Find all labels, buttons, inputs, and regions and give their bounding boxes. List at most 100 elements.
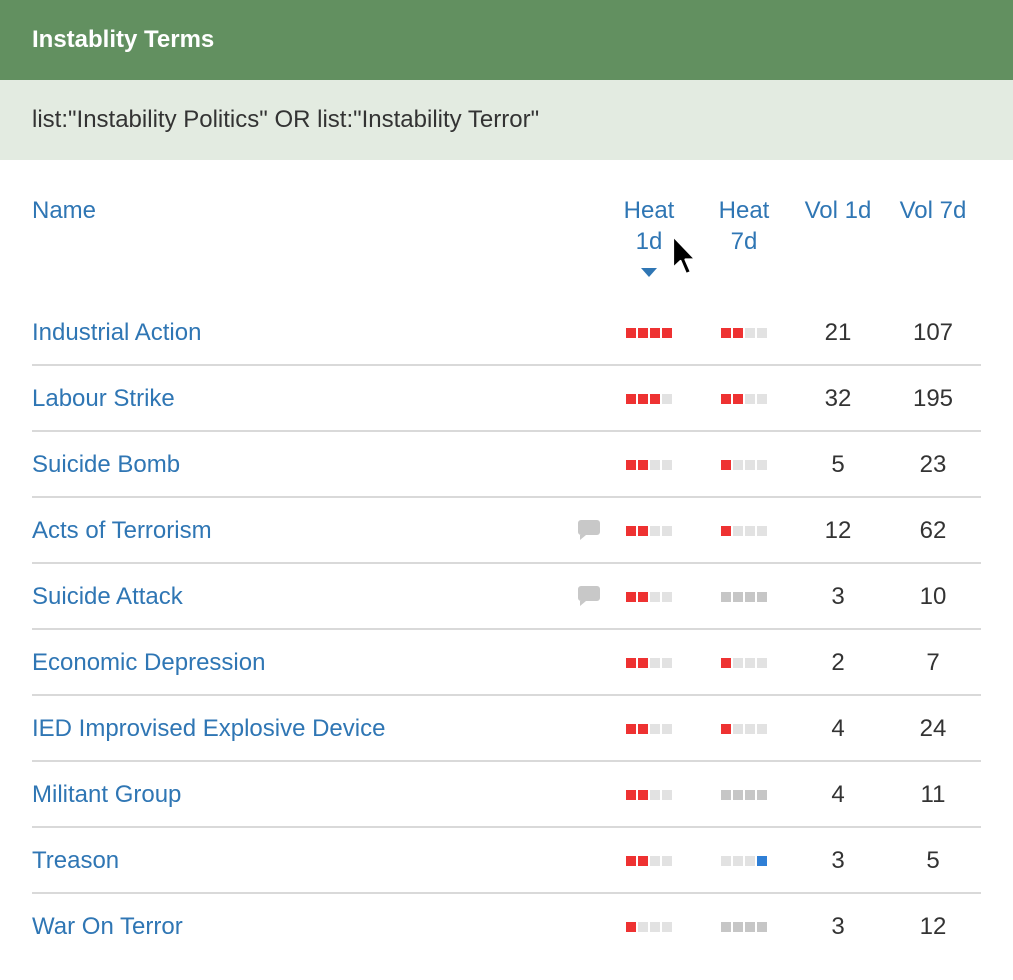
term-name-link[interactable]: Acts of Terrorism (32, 498, 212, 564)
heat-1d-indicator (626, 922, 672, 932)
heat-cell (733, 460, 743, 470)
heat-cell (721, 724, 731, 734)
heat-cell (733, 922, 743, 932)
table-row[interactable]: Suicide Bomb 5 23 (32, 432, 981, 498)
table-row[interactable]: Treason 3 5 (32, 828, 981, 894)
heat-cell (650, 724, 660, 734)
heat-cell (626, 658, 636, 668)
table-row[interactable]: War On Terror 3 12 (32, 894, 981, 960)
heat-cell (733, 724, 743, 734)
volume-1d-value: 3 (831, 913, 845, 940)
heat-cell (626, 460, 636, 470)
term-name-link[interactable]: Economic Depression (32, 630, 265, 696)
volume-1d-value: 32 (824, 385, 852, 412)
heat-cell (757, 460, 767, 470)
table-row[interactable]: Militant Group 4 11 (32, 762, 981, 828)
heat-cell (650, 394, 660, 404)
heat-cell (745, 790, 755, 800)
heat-1d-indicator (626, 526, 672, 536)
heat-cell (757, 526, 767, 536)
column-header-heat-7d[interactable]: Heat 7d (704, 195, 784, 257)
panel-header: Instablity Terms (0, 0, 1013, 80)
volume-7d-value: 5 (926, 847, 940, 874)
heat-cell (745, 394, 755, 404)
heat-cell (662, 328, 672, 338)
table-row[interactable]: IED Improvised Explosive Device 4 24 (32, 696, 981, 762)
heat-cell (626, 790, 636, 800)
heat-cell (721, 658, 731, 668)
comment-icon[interactable] (577, 519, 601, 541)
term-name-link[interactable]: War On Terror (32, 894, 183, 960)
heat-1d-indicator (626, 856, 672, 866)
heat-cell (638, 922, 648, 932)
heat-cell (650, 328, 660, 338)
panel-title: Instablity Terms (32, 26, 215, 53)
column-header-vol-1d[interactable]: Vol 1d (795, 195, 881, 226)
term-name-link[interactable]: Militant Group (32, 762, 181, 828)
table-row[interactable]: Industrial Action 21 107 (32, 300, 981, 366)
term-name-link[interactable]: IED Improvised Explosive Device (32, 696, 385, 762)
heat-cell (662, 922, 672, 932)
heat-1d-indicator (626, 460, 672, 470)
volume-1d-value: 12 (824, 517, 852, 544)
heat-cell (626, 592, 636, 602)
heat-cell (733, 790, 743, 800)
heat-cell (662, 790, 672, 800)
query-bar: list:"Instability Politics" OR list:"Ins… (0, 80, 1013, 160)
table-row[interactable]: Acts of Terrorism 12 62 (32, 498, 981, 564)
term-name-link[interactable]: Labour Strike (32, 366, 175, 432)
heat-cell (638, 658, 648, 668)
term-name-link[interactable]: Suicide Attack (32, 564, 183, 630)
volume-1d-value: 21 (824, 319, 852, 346)
heat-cell (638, 460, 648, 470)
heat-cell (662, 592, 672, 602)
term-name-link[interactable]: Industrial Action (32, 300, 201, 366)
heat-cell (626, 394, 636, 404)
table-row[interactable]: Suicide Attack 3 10 (32, 564, 981, 630)
heat-cell (757, 328, 767, 338)
column-header-vol-7d[interactable]: Vol 7d (890, 195, 976, 226)
volume-7d-value: 195 (912, 385, 954, 412)
heat-cell (733, 658, 743, 668)
heat-cell (721, 460, 731, 470)
heat-cell (733, 526, 743, 536)
heat-cell (662, 856, 672, 866)
sort-descending-icon[interactable] (641, 268, 657, 277)
volume-1d-value: 3 (831, 583, 845, 610)
volume-7d-value: 62 (919, 517, 947, 544)
heat-cell (626, 328, 636, 338)
column-header-name[interactable]: Name (32, 195, 96, 226)
comment-icon[interactable] (577, 585, 601, 607)
volume-7d-value: 24 (919, 715, 947, 742)
heat-cell (733, 394, 743, 404)
heat-7d-indicator (721, 658, 767, 668)
heat-cell (638, 328, 648, 338)
heat-cell (626, 922, 636, 932)
heat-cell (721, 790, 731, 800)
volume-1d-value: 4 (831, 781, 845, 808)
term-name-link[interactable]: Suicide Bomb (32, 432, 180, 498)
table-row[interactable]: Economic Depression 2 7 (32, 630, 981, 696)
column-header-heat-1d-line1: Heat (623, 197, 675, 224)
heat-cell (757, 658, 767, 668)
heat-1d-indicator (626, 658, 672, 668)
heat-cell (745, 658, 755, 668)
heat-cell (721, 856, 731, 866)
heat-1d-indicator (626, 328, 672, 338)
heat-7d-indicator (721, 328, 767, 338)
column-header-heat-7d-line2: 7d (730, 228, 758, 255)
heat-cell (638, 592, 648, 602)
heat-cell (745, 328, 755, 338)
volume-7d-value: 10 (919, 583, 947, 610)
heat-cell (626, 856, 636, 866)
heat-cell (757, 724, 767, 734)
table-row[interactable]: Labour Strike 32 195 (32, 366, 981, 432)
heat-cell (650, 790, 660, 800)
heat-7d-indicator (721, 922, 767, 932)
heat-cell (638, 856, 648, 866)
heat-cell (650, 658, 660, 668)
term-name-link[interactable]: Treason (32, 828, 119, 894)
mouse-cursor-icon (671, 234, 697, 276)
heat-cell (650, 592, 660, 602)
heat-7d-indicator (721, 460, 767, 470)
